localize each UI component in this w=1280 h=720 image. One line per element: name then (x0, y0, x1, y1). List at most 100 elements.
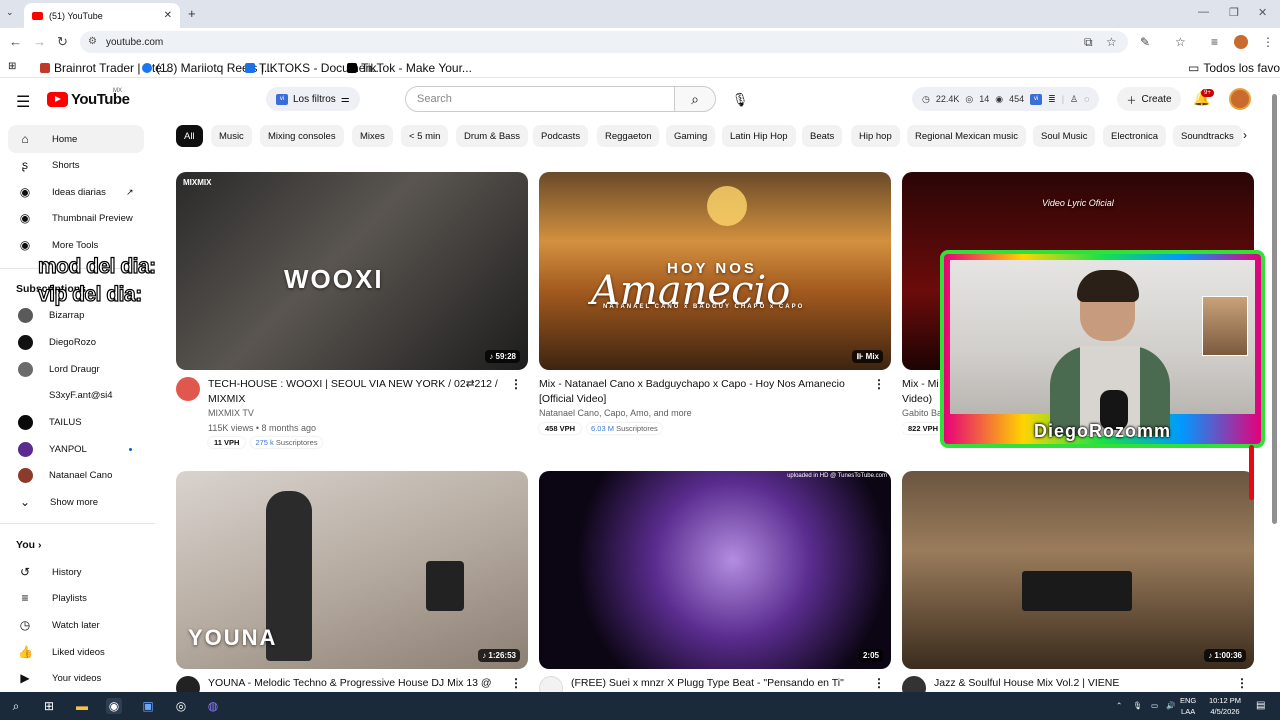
chip-beats[interactable]: Beats (802, 125, 843, 147)
tray-mic-icon[interactable]: 🎙 (1133, 700, 1143, 711)
video-thumbnail[interactable]: ♪ 1:00:36 (902, 471, 1254, 669)
subscription-s3xyfantasia[interactable]: S3xyF.ant@si4 (8, 381, 144, 409)
profile-avatar[interactable] (1234, 35, 1248, 49)
channel-stats-pill[interactable]: ◷ 22.4K ◎ 14 ◉ 454 vi ≣ | ♙ ◌ (912, 87, 1100, 111)
chip-mixes[interactable]: Mixes (352, 125, 393, 147)
tray-chevron-icon[interactable]: ⌃ (1116, 700, 1122, 711)
browser-tab[interactable]: (51) YouTube ✕ (24, 3, 180, 28)
video-title[interactable]: TECH-HOUSE : WOOXI | SEOUL VIA NEW YORK … (208, 377, 508, 407)
new-tab-icon[interactable]: + (188, 6, 196, 21)
chip-soundtracks[interactable]: Soundtracks (1173, 125, 1242, 147)
url-field[interactable]: ⚙ youtube.com (80, 31, 1128, 53)
chip-music[interactable]: Music (211, 125, 252, 147)
search-button[interactable]: ⌕ (674, 86, 716, 112)
video-thumbnail[interactable]: HOY NOS Amanecio NATANAEL CANO x BADGUY … (539, 172, 891, 370)
minimize-icon[interactable]: — (1198, 6, 1209, 18)
windows-start-icon[interactable]: ⊞ (41, 698, 57, 714)
list-icon[interactable]: ≣ (1048, 94, 1056, 105)
extensions-icon[interactable]: ✎ (1140, 35, 1150, 49)
channel-avatar[interactable] (176, 676, 200, 692)
more-actions-icon[interactable]: ⋮ (873, 676, 885, 690)
site-info-icon[interactable]: ⚙ (88, 36, 97, 47)
reload-icon[interactable]: ↻ (57, 34, 68, 50)
notification-center-icon[interactable]: ▤ (1256, 700, 1265, 711)
restore-icon[interactable]: ❐ (1229, 6, 1239, 19)
hamburger-menu-icon[interactable]: ☰ (16, 92, 30, 112)
chip-all[interactable]: All (176, 125, 203, 147)
chip-drum-and-bass[interactable]: Drum & Bass (456, 125, 528, 147)
forward-icon[interactable]: → (33, 34, 46, 49)
chip-mixing-consoles[interactable]: Mixing consoles (260, 125, 344, 147)
subscription-natanael-cano[interactable]: Natanael Cano (8, 461, 144, 489)
tab-list-icon[interactable]: ⌄ (6, 7, 14, 18)
chip-regional-mexican-music[interactable]: Regional Mexican music (907, 125, 1026, 147)
you-heading[interactable]: You › (16, 539, 41, 551)
file-explorer-icon[interactable]: ▬ (74, 698, 90, 714)
create-button[interactable]: ＋ Create (1117, 87, 1181, 111)
sidebar-item-ideas[interactable]: ◉ Ideas diarias ↗ (8, 178, 144, 206)
apps-grid-icon[interactable]: ⊞ (8, 61, 16, 72)
chip-under-5-min[interactable]: < 5 min (401, 125, 449, 147)
sidebar-item-history[interactable]: ↺ History (8, 558, 144, 586)
search-input[interactable]: Search (405, 86, 675, 112)
scrollbar-thumb[interactable] (1272, 94, 1277, 524)
page-scrollbar[interactable] (1270, 88, 1278, 688)
video-thumbnail[interactable]: YOUNA ♪ 1:26:53 (176, 471, 528, 669)
channel-avatar[interactable] (539, 676, 563, 692)
sidebar-item-home[interactable]: ⌂ Home (8, 125, 144, 153)
video-title[interactable]: Jazz & Soulful House Mix Vol.2 | VIENE (934, 676, 1234, 691)
chip-podcasts[interactable]: Podcasts (533, 125, 589, 147)
video-thumbnail[interactable]: uploaded in HD @ TunesToTube.com 2:05 (539, 471, 891, 669)
browser-menu-icon[interactable]: ⋮ (1262, 35, 1274, 49)
windows-search-icon[interactable]: ⌕ (8, 698, 24, 714)
chip-gaming[interactable]: Gaming (666, 125, 716, 147)
bookmark-4[interactable]: TikTok - Make Your... (347, 61, 472, 75)
video-thumbnail[interactable]: MIXMIX WOOXI ♪ 59:28 (176, 172, 528, 370)
subscription-lord-draugr[interactable]: Lord Draugr (8, 355, 144, 383)
extension-icon[interactable]: vi (1030, 93, 1043, 105)
language-indicator[interactable]: ENG LAA (1180, 695, 1196, 717)
trophy-icon[interactable]: ♙ (1070, 94, 1078, 105)
sidebar-item-liked-videos[interactable]: 👍 Liked videos (8, 638, 144, 666)
sidebar-item-thumbnail-preview[interactable]: ◉ Thumbnail Preview (8, 204, 144, 232)
account-avatar[interactable] (1229, 88, 1251, 110)
obs-icon[interactable]: ◎ (173, 698, 189, 714)
subscription-diegorozo[interactable]: DiegoRozo (8, 328, 144, 356)
more-actions-icon[interactable]: ⋮ (510, 676, 522, 690)
sidebar-item-watch-later[interactable]: ◷ Watch later (8, 611, 144, 639)
channel-name[interactable]: MIXMIX TV (208, 408, 254, 418)
close-tab-icon[interactable]: ✕ (164, 10, 172, 21)
more-actions-icon[interactable]: ⋮ (1236, 676, 1248, 690)
app-window-icon[interactable]: ▣ (140, 698, 156, 714)
reading-list-icon[interactable]: ≡ (1211, 35, 1218, 49)
clock[interactable]: 10:12 PM 4/5/2026 (1205, 695, 1245, 717)
volume-icon[interactable]: 🔊 (1166, 700, 1175, 711)
chip-latin-hip-hop[interactable]: Latin Hip Hop (722, 125, 796, 147)
channel-name[interactable]: Natanael Cano, Capo, Amo, and more (539, 408, 692, 418)
chip-soul-music[interactable]: Soul Music (1033, 125, 1096, 147)
video-title[interactable]: YOUNA - Melodic Techno & Progressive Hou… (208, 676, 508, 691)
all-bookmarks-folder[interactable]: ▭Todos los favoritos (1188, 61, 1280, 75)
chrome-icon[interactable]: ◉ (106, 698, 122, 714)
close-window-icon[interactable]: ✕ (1258, 6, 1267, 19)
chips-next-icon[interactable]: › (1243, 128, 1247, 142)
video-title[interactable]: Video) (902, 392, 942, 407)
sidebar-item-playlists[interactable]: ≡ Playlists (8, 584, 144, 612)
filters-extension-button[interactable]: vi Los filtros ⚌ (266, 87, 360, 111)
chip-electronica[interactable]: Electronica (1103, 125, 1166, 147)
subscription-yanpol[interactable]: YANPOL (8, 435, 144, 463)
video-title[interactable]: Mix - Natanael Cano x Badguychapo x Capo… (539, 377, 869, 407)
chat-icon[interactable]: ◌ (1084, 94, 1089, 104)
channel-name[interactable]: Gabito Ba (902, 408, 942, 418)
install-icon[interactable]: ⧉ (1084, 35, 1093, 50)
more-actions-icon[interactable]: ⋮ (510, 377, 522, 391)
channel-avatar[interactable] (902, 676, 926, 692)
chip-reggaeton[interactable]: Reggaeton (597, 125, 660, 147)
app-icon[interactable]: ◍ (205, 698, 221, 714)
more-actions-icon[interactable]: ⋮ (873, 377, 885, 391)
bookmark-star-icon[interactable]: ☆ (1106, 35, 1117, 49)
chip-hip-hop[interactable]: Hip hop (851, 125, 900, 147)
channel-avatar[interactable] (176, 377, 200, 401)
video-title[interactable]: Mix - Mi (902, 377, 942, 392)
voice-search-button[interactable]: 🎙 (728, 88, 752, 112)
